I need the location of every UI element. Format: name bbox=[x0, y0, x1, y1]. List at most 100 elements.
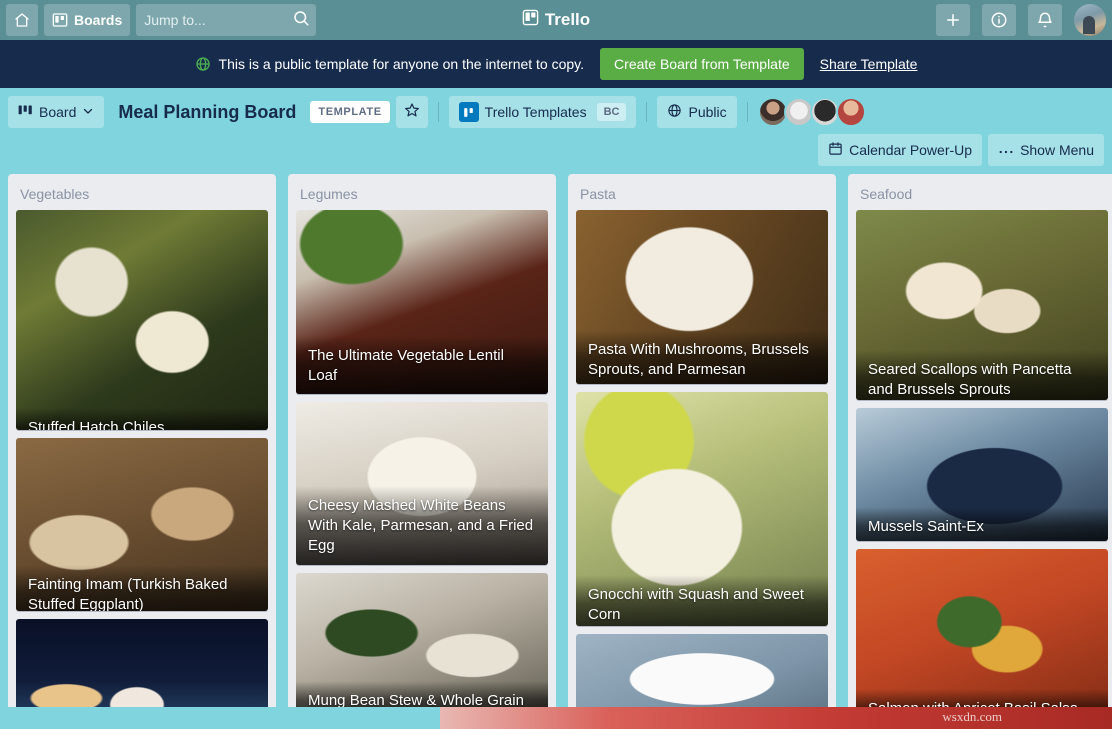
watermark: wsxdn.com bbox=[942, 709, 1002, 724]
show-menu-button[interactable]: Show Menu bbox=[988, 134, 1104, 166]
board-card[interactable]: The Ultimate Vegetable Lentil Loaf bbox=[296, 210, 548, 395]
board-list: Legumes The Ultimate Vegetable Lentil Loa… bbox=[288, 174, 556, 728]
member-avatar[interactable] bbox=[835, 97, 866, 127]
header-divider-2 bbox=[646, 102, 648, 122]
card-title: Seared Scallops with Pancetta and Brusse… bbox=[856, 349, 1108, 400]
card-cover-image: Fainting Imam (Turkish Baked Stuffed Egg… bbox=[16, 437, 268, 612]
star-board-button[interactable] bbox=[395, 96, 428, 128]
board-card[interactable] bbox=[16, 619, 268, 720]
add-button[interactable] bbox=[936, 4, 970, 36]
boards-button[interactable]: Boards bbox=[44, 4, 131, 36]
card-title: Gnocchi with Squash and Sweet Corn bbox=[576, 575, 828, 627]
banner-message: This is a public template for anyone on … bbox=[218, 56, 585, 72]
notifications-button[interactable] bbox=[1028, 4, 1062, 36]
workspace-button[interactable]: Trello Templates BC bbox=[448, 96, 637, 128]
app-title: Trello bbox=[544, 10, 591, 29]
card-cover-image: Pasta With Mushrooms, Brussels Sprouts, … bbox=[576, 210, 828, 384]
list-cards: Stuffed Hatch Chiles Fainting Imam (Turki… bbox=[8, 210, 276, 728]
plus-icon bbox=[944, 11, 962, 29]
home-button[interactable] bbox=[6, 4, 38, 36]
card-cover-image: Mussels Saint-Ex bbox=[856, 407, 1108, 542]
board-lists-container: Vegetables Stuffed Hatch Chiles Fainting I… bbox=[0, 166, 1112, 729]
card-cover-image: Seared Scallops with Pancetta and Brusse… bbox=[856, 210, 1108, 400]
board-card[interactable]: Fainting Imam (Turkish Baked Stuffed Egg… bbox=[16, 437, 268, 612]
board-list: Vegetables Stuffed Hatch Chiles Fainting I… bbox=[8, 174, 276, 728]
board-card[interactable]: Stuffed Hatch Chiles bbox=[16, 210, 268, 430]
show-menu-label: Show Menu bbox=[1020, 142, 1094, 158]
search-input[interactable] bbox=[144, 12, 285, 28]
board-list: Seafood Seared Scallops with Pancetta and… bbox=[848, 174, 1112, 728]
top-navigation-bar: Boards Trello bbox=[0, 0, 1112, 40]
create-board-from-template-button[interactable]: Create Board from Template bbox=[600, 48, 804, 80]
list-cards: The Ultimate Vegetable Lentil Loaf Cheesy… bbox=[288, 210, 556, 728]
board-card[interactable]: Seared Scallops with Pancetta and Brusse… bbox=[856, 210, 1108, 400]
list-title[interactable]: Pasta bbox=[568, 174, 836, 210]
bottom-strip-left bbox=[0, 707, 440, 729]
trello-logo-icon bbox=[522, 9, 539, 31]
workspace-badge: BC bbox=[596, 103, 627, 121]
public-template-banner: This is a public template for anyone on … bbox=[0, 40, 1112, 88]
card-title: The Ultimate Vegetable Lentil Loaf bbox=[296, 335, 548, 395]
info-button[interactable] bbox=[982, 4, 1016, 36]
card-title: Mussels Saint-Ex bbox=[856, 507, 1108, 542]
card-title: Stuffed Hatch Chiles bbox=[16, 407, 268, 430]
board-header: Board Meal Planning Board TEMPLATE Trell… bbox=[0, 88, 1112, 166]
card-cover-image: Stuffed Hatch Chiles bbox=[16, 210, 268, 430]
board-card[interactable]: Pasta With Mushrooms, Brussels Sprouts, … bbox=[576, 210, 828, 384]
calendar-power-up-button[interactable]: Calendar Power-Up bbox=[818, 134, 983, 166]
board-view-icon bbox=[18, 104, 33, 120]
board-card[interactable]: Mussels Saint-Ex bbox=[856, 407, 1108, 542]
bell-icon bbox=[1036, 11, 1054, 29]
search-container[interactable] bbox=[136, 4, 317, 36]
calendar-power-up-label: Calendar Power-Up bbox=[849, 142, 973, 158]
list-title[interactable]: Legumes bbox=[288, 174, 556, 210]
card-cover-image: Mung Bean Stew & Whole Grain bbox=[296, 572, 548, 720]
boards-icon bbox=[52, 12, 68, 28]
star-icon bbox=[404, 102, 420, 123]
board-card[interactable]: Cheesy Mashed White Beans With Kale, Par… bbox=[296, 402, 548, 565]
bottom-strip-right bbox=[440, 707, 1112, 729]
calendar-icon bbox=[828, 141, 843, 159]
board-card[interactable]: Gnocchi with Squash and Sweet Corn bbox=[576, 391, 828, 627]
board-view-label: Board bbox=[39, 104, 77, 120]
board-header-secondary-row: Calendar Power-Up Show Menu bbox=[8, 134, 1104, 166]
list-title[interactable]: Vegetables bbox=[8, 174, 276, 210]
visibility-label: Public bbox=[688, 104, 727, 120]
trello-home-link[interactable]: Trello bbox=[522, 9, 590, 31]
page-title[interactable]: Meal Planning Board bbox=[110, 102, 304, 123]
board-members bbox=[757, 97, 866, 127]
list-title[interactable]: Seafood bbox=[848, 174, 1112, 210]
card-cover-image: Cheesy Mashed White Beans With Kale, Par… bbox=[296, 402, 548, 565]
banner-message-container: This is a public template for anyone on … bbox=[195, 56, 585, 72]
globe-icon bbox=[667, 103, 682, 121]
workspace-name: Trello Templates bbox=[484, 104, 587, 120]
search-icon[interactable] bbox=[292, 9, 310, 32]
ellipsis-icon bbox=[998, 142, 1014, 158]
board-view-switcher[interactable]: Board bbox=[8, 96, 105, 128]
share-template-link[interactable]: Share Template bbox=[820, 56, 918, 72]
chevron-down-icon bbox=[82, 104, 94, 120]
info-icon bbox=[990, 11, 1008, 29]
board-list: Pasta Pasta With Mushrooms, Brussels Spro… bbox=[568, 174, 836, 728]
card-cover-image bbox=[16, 619, 268, 720]
list-cards: Seared Scallops with Pancetta and Brusse… bbox=[848, 210, 1112, 728]
card-cover-image: Salmon with Apricot Basil Salsa bbox=[856, 549, 1108, 720]
template-badge: TEMPLATE bbox=[310, 101, 390, 123]
home-icon bbox=[14, 12, 30, 28]
board-card[interactable]: Salmon with Apricot Basil Salsa bbox=[856, 549, 1108, 720]
trello-workspace-icon bbox=[458, 102, 479, 122]
header-divider-3 bbox=[746, 102, 748, 122]
list-cards: Pasta With Mushrooms, Brussels Sprouts, … bbox=[568, 210, 836, 728]
card-cover-image: The Ultimate Vegetable Lentil Loaf bbox=[296, 210, 548, 395]
header-divider-1 bbox=[437, 102, 439, 122]
visibility-button[interactable]: Public bbox=[657, 96, 737, 128]
user-avatar[interactable] bbox=[1074, 4, 1106, 36]
board-header-primary-row: Board Meal Planning Board TEMPLATE Trell… bbox=[8, 96, 1104, 128]
boards-label: Boards bbox=[74, 12, 123, 28]
globe-icon bbox=[195, 56, 211, 72]
board-card[interactable]: Mung Bean Stew & Whole Grain bbox=[296, 572, 548, 720]
card-title: Cheesy Mashed White Beans With Kale, Par… bbox=[296, 485, 548, 565]
card-title: Fainting Imam (Turkish Baked Stuffed Egg… bbox=[16, 565, 268, 612]
card-cover-image: Gnocchi with Squash and Sweet Corn bbox=[576, 391, 828, 627]
nav-right-actions bbox=[936, 4, 1106, 36]
